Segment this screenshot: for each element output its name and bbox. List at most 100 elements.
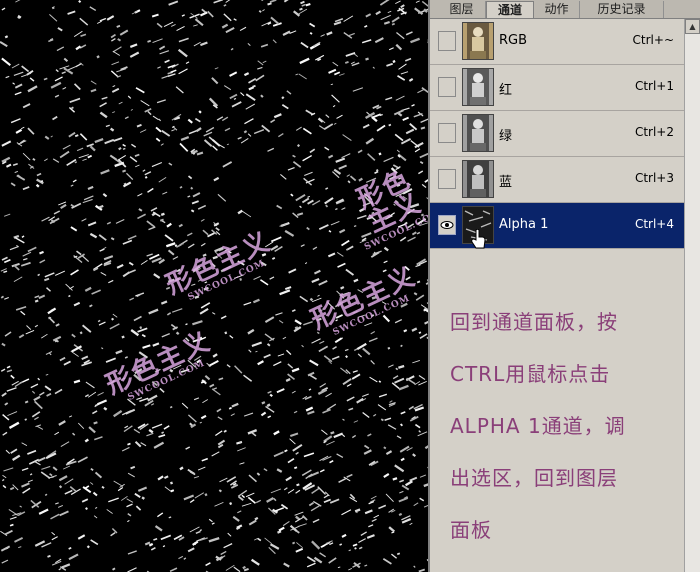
texture-scratch [91,289,101,295]
texture-scratch [303,321,313,326]
texture-scratch [364,24,368,28]
texture-scratch [357,353,363,358]
texture-scratch [92,491,98,497]
texture-scratch [70,203,75,208]
texture-scratch [284,449,288,453]
texture-scratch [278,133,284,138]
texture-scratch [331,94,340,103]
texture-scratch [325,187,329,190]
texture-scratch [270,119,276,124]
channel-row-blue[interactable]: 蓝 Ctrl+3 [430,157,684,203]
texture-scratch [160,300,168,305]
texture-scratch [82,324,92,333]
texture-scratch [54,94,60,98]
texture-scratch [59,356,66,362]
texture-scratch [327,154,334,159]
texture-scratch [76,147,84,152]
texture-scratch [111,61,120,66]
visibility-toggle[interactable] [438,31,456,51]
texture-scratch [96,55,100,59]
texture-scratch [121,495,128,501]
tab-layers[interactable]: 图层 [438,1,486,18]
tab-channels[interactable]: 通道 [486,1,534,18]
channel-row-alpha-1[interactable]: Alpha 1 Ctrl+4 [430,203,684,249]
channel-row-green[interactable]: 绿 Ctrl+2 [430,111,684,157]
texture-scratch [396,149,400,153]
texture-scratch [292,541,296,545]
texture-scratch [39,259,46,264]
texture-scratch [22,152,31,161]
texture-scratch [292,161,302,168]
texture-scratch [119,29,129,36]
texture-scratch [368,524,374,528]
texture-scratch [299,205,302,209]
texture-scratch [309,359,319,367]
tab-history[interactable]: 历史记录 [580,1,664,18]
texture-scratch [394,133,404,142]
scroll-up-button[interactable]: ▲ [685,19,700,34]
texture-scratch [0,545,11,552]
texture-scratch [367,433,372,437]
visibility-toggle[interactable] [438,123,456,143]
texture-scratch [61,71,66,75]
tab-actions[interactable]: 动作 [534,1,580,18]
channel-row-red[interactable]: 红 Ctrl+1 [430,65,684,111]
texture-scratch [151,423,163,429]
texture-scratch [106,15,115,21]
texture-scratch [138,208,143,212]
texture-scratch [200,41,208,47]
panel-scrollbar[interactable]: ▲ [684,19,700,572]
texture-scratch [77,456,88,463]
texture-scratch [13,71,24,76]
texture-scratch [54,270,66,276]
texture-scratch [245,103,256,110]
texture-scratch [1,7,6,11]
channel-shortcut: Ctrl+1 [634,79,674,93]
visibility-toggle[interactable] [438,77,456,97]
texture-scratch [54,431,60,436]
texture-scratch [255,350,258,353]
texture-scratch [341,533,347,538]
texture-scratch [234,365,243,374]
texture-scratch [211,77,219,85]
visibility-toggle[interactable] [438,169,456,189]
texture-scratch [229,502,233,506]
channel-row-rgb[interactable]: RGB Ctrl+~ [430,19,684,65]
texture-scratch [68,415,73,418]
texture-scratch [127,519,130,523]
texture-scratch [212,312,216,315]
instruction-line: 出选区，回到图层 [450,466,618,490]
texture-scratch [61,563,71,569]
texture-scratch [41,465,51,470]
texture-scratch [199,529,202,532]
texture-scratch [296,212,304,217]
texture-scratch [124,356,129,359]
texture-scratch [240,92,245,97]
texture-scratch [214,501,224,507]
texture-scratch [204,375,211,381]
texture-scratch [24,400,29,404]
document-canvas[interactable]: 形色主义 SWCOOL.COM 形色主义 SWCOOL.COM 形色主义 SWC… [0,0,428,572]
texture-scratch [237,510,242,514]
texture-scratch [163,425,170,430]
texture-scratch [392,477,398,481]
texture-scratch [352,87,364,92]
texture-scratch [40,471,51,480]
texture-scratch [255,74,265,82]
visibility-toggle[interactable] [438,215,456,235]
texture-scratch [226,476,237,483]
texture-scratch [62,87,67,90]
texture-scratch [20,310,26,316]
texture-scratch [27,246,37,253]
texture-scratch [264,537,272,544]
texture-scratch [171,24,176,27]
texture-scratch [97,319,101,323]
texture-scratch [318,224,329,231]
texture-scratch [374,170,379,174]
texture-scratch [18,546,22,549]
channel-thumbnail [462,22,494,60]
texture-scratch [295,193,306,202]
texture-scratch [287,457,295,464]
texture-scratch [395,0,401,5]
texture-scratch [142,344,151,349]
